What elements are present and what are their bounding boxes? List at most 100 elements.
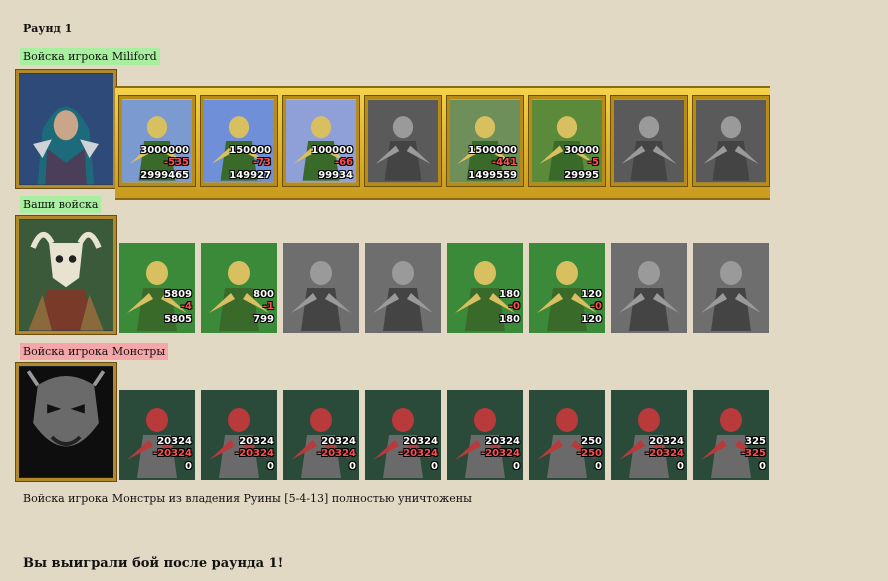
unit-total: 100000 [311, 145, 353, 156]
unit-left: 5805 [164, 314, 192, 325]
unit-total: 250 [581, 436, 602, 447]
unit-left: 29995 [564, 170, 599, 181]
unit-left: 0 [349, 461, 356, 472]
unit-loss: -20324 [645, 448, 684, 459]
demon-icon [365, 390, 441, 480]
unit-loss: -73 [252, 157, 271, 168]
unit-total: 20324 [239, 436, 274, 447]
skull-helm-icon [19, 219, 113, 331]
unit-loss: -4 [180, 301, 192, 312]
unit-left: 799 [253, 314, 274, 325]
elder-druid-icon [693, 243, 769, 333]
unit-slot[interactable]: 150000 -73 149927 [200, 95, 278, 187]
unit-slot[interactable] [365, 243, 441, 333]
unit-slot[interactable]: 800 -1 799 [201, 243, 277, 333]
unit-loss: -0 [590, 301, 602, 312]
unit-loss: -535 [163, 157, 189, 168]
unit-total: 3000000 [140, 145, 189, 156]
hero-portrait-yours[interactable] [15, 215, 117, 335]
knight-icon [614, 99, 684, 183]
unit-loss: -66 [334, 157, 353, 168]
unit-left: 0 [759, 461, 766, 472]
unit-total: 325 [745, 436, 766, 447]
unit-left: 99934 [318, 170, 353, 181]
unit-loss: -250 [576, 448, 602, 459]
unit-total: 150000 [229, 145, 271, 156]
unit-left: 0 [431, 461, 438, 472]
griffin-icon [368, 99, 438, 183]
unit-left: 0 [185, 461, 192, 472]
unit-slot[interactable]: 180 -0 180 [447, 243, 523, 333]
unit-slot[interactable]: 20324 -20324 0 [365, 390, 441, 480]
unit-slot[interactable]: 3000000 -535 2999465 [118, 95, 196, 187]
unit-loss: -20324 [235, 448, 274, 459]
unit-slot[interactable] [364, 95, 442, 187]
battle-message: Войска игрока Монстры из владения Руины … [23, 492, 472, 505]
unit-total: 1500000 [468, 145, 517, 156]
unit-left: 1499559 [468, 170, 517, 181]
naga-icon [693, 390, 769, 480]
unit-left: 0 [513, 461, 520, 472]
unit-slot[interactable]: 20324 -20324 0 [447, 390, 523, 480]
centaur-icon [283, 243, 359, 333]
group-label-monsters: Войска игрока Монстры [20, 343, 169, 360]
unit-slot[interactable]: 20324 -20324 0 [201, 390, 277, 480]
unit-slot[interactable]: 30000 -5 29995 [528, 95, 606, 187]
golem-icon [201, 390, 277, 480]
fire-demon-icon [529, 390, 605, 480]
unit-slot[interactable] [283, 243, 359, 333]
unit-loss: -20324 [399, 448, 438, 459]
unit-slot[interactable]: 250 -250 0 [529, 390, 605, 480]
unit-left: 180 [499, 314, 520, 325]
unit-left: 0 [595, 461, 602, 472]
unit-loss: -0 [508, 301, 520, 312]
unit-left: 2999465 [140, 170, 189, 181]
priest-icon [696, 99, 766, 183]
unit-loss: -5 [587, 157, 599, 168]
unit-slot[interactable]: 120 -0 120 [529, 243, 605, 333]
unit-total: 20324 [485, 436, 520, 447]
unit-total: 180 [499, 289, 520, 300]
griffin-icon [365, 243, 441, 333]
unit-left: 149927 [229, 170, 271, 181]
unit-loss: -20324 [481, 448, 520, 459]
unit-slot[interactable]: 20324 -20324 0 [611, 390, 687, 480]
unit-slot[interactable]: 1500000 -441 1499559 [446, 95, 524, 187]
manticore-icon [447, 390, 523, 480]
unit-total: 20324 [157, 436, 192, 447]
treant-icon [611, 243, 687, 333]
unit-left: 0 [677, 461, 684, 472]
unit-slot[interactable]: 325 -325 0 [693, 390, 769, 480]
hooded-mage-icon [19, 73, 113, 185]
war-machine-icon [611, 390, 687, 480]
unit-total: 120 [581, 289, 602, 300]
battle-result: Вы выиграли бой после раунда 1! [23, 556, 284, 571]
orc-icon [283, 390, 359, 480]
unit-loss: -20324 [153, 448, 192, 459]
unit-total: 30000 [564, 145, 599, 156]
demon-mask-icon [19, 366, 113, 478]
unit-loss: -325 [740, 448, 766, 459]
unit-slot[interactable] [610, 95, 688, 187]
unit-total: 20324 [403, 436, 438, 447]
unit-loss: -441 [491, 157, 517, 168]
unit-slot[interactable] [692, 95, 770, 187]
group-label-miliford: Войска игрока Miliford [20, 48, 160, 65]
unit-slot[interactable]: 20324 -20324 0 [119, 390, 195, 480]
unit-total: 5809 [164, 289, 192, 300]
unit-slot[interactable] [611, 243, 687, 333]
unit-slot[interactable] [693, 243, 769, 333]
hero-portrait-monsters[interactable] [15, 362, 117, 482]
group-label-yours: Ваши войска [20, 196, 102, 213]
hero-portrait-miliford[interactable] [15, 69, 117, 189]
unit-loss: -20324 [317, 448, 356, 459]
unit-slot[interactable]: 20324 -20324 0 [283, 390, 359, 480]
unit-slot[interactable]: 5809 -4 5805 [119, 243, 195, 333]
lizard-icon [119, 390, 195, 480]
unit-left: 0 [267, 461, 274, 472]
round-title: Раунд 1 [23, 22, 73, 35]
unit-loss: -1 [262, 301, 274, 312]
unit-left: 120 [581, 314, 602, 325]
unit-slot[interactable]: 100000 -66 99934 [282, 95, 360, 187]
unit-total: 800 [253, 289, 274, 300]
